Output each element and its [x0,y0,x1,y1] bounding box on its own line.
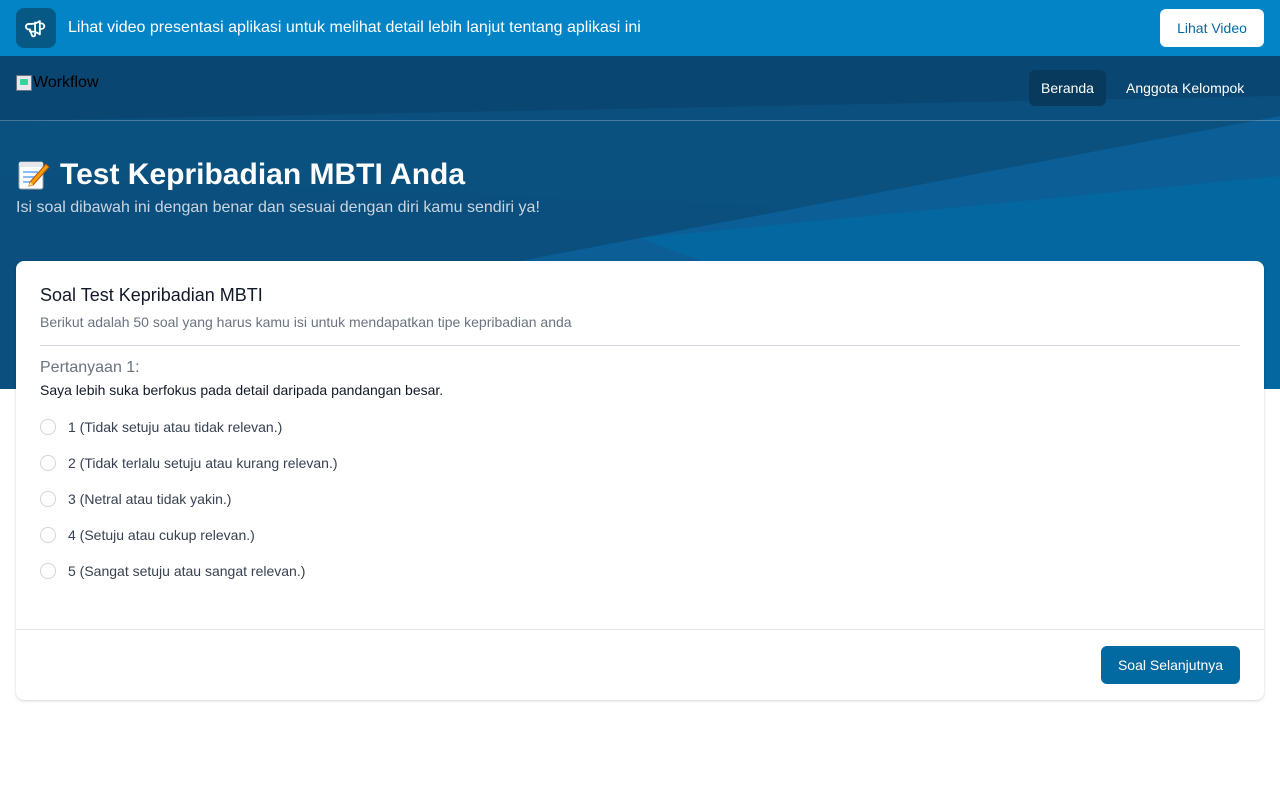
logo[interactable]: Workflow [16,74,99,92]
question-label: Pertanyaan 1: [40,359,140,376]
answer-option-label: 5 (Sangat setuju atau sangat relevan.) [68,563,306,579]
memo-icon [16,158,50,192]
answer-option-label: 1 (Tidak setuju atau tidak relevan.) [68,419,283,435]
answer-option-5[interactable]: 5 (Sangat setuju atau sangat relevan.) [40,561,305,581]
announcement-banner: Lihat video presentasi aplikasi untuk me… [0,0,1280,56]
answer-option-3[interactable]: 3 (Netral atau tidak yakin.) [40,489,231,509]
megaphone-icon [16,8,56,48]
nav-item-beranda[interactable]: Beranda [1029,70,1106,106]
card-title: Soal Test Kepribadian MBTI [40,285,263,305]
divider [40,345,1240,346]
answer-option-label: 4 (Setuju atau cukup relevan.) [68,527,255,543]
page-subtitle: Isi soal dibawah ini dengan benar dan se… [16,199,540,216]
card-description: Berikut adalah 50 soal yang harus kamu i… [40,314,572,330]
answer-option-label: 2 (Tidak terlalu setuju atau kurang rele… [68,455,338,471]
logo-alt-text: Workflow [33,74,99,91]
banner-text: Lihat video presentasi aplikasi untuk me… [68,19,641,36]
question-text: Saya lebih suka berfokus pada detail dar… [40,382,444,398]
watch-video-button[interactable]: Lihat Video [1160,9,1264,47]
radio-button[interactable] [40,527,56,543]
page-title: Test Kepribadian MBTI Anda [16,158,465,192]
broken-image-icon [16,75,32,91]
answer-option-1[interactable]: 1 (Tidak setuju atau tidak relevan.) [40,417,282,437]
radio-button[interactable] [40,491,56,507]
page-title-text: Test Kepribadian MBTI Anda [60,158,466,191]
answer-option-4[interactable]: 4 (Setuju atau cukup relevan.) [40,525,255,545]
question-card: Soal Test Kepribadian MBTI Berikut adala… [16,261,1264,700]
radio-button[interactable] [40,563,56,579]
answer-option-label: 3 (Netral atau tidak yakin.) [68,491,232,507]
radio-button[interactable] [40,455,56,471]
next-question-button[interactable]: Soal Selanjutnya [1101,646,1240,684]
radio-button[interactable] [40,419,56,435]
top-navbar: Workflow Beranda Anggota Kelompok [0,56,1280,121]
answer-option-2[interactable]: 2 (Tidak terlalu setuju atau kurang rele… [40,453,338,473]
nav-item-anggota-kelompok[interactable]: Anggota Kelompok [1114,70,1256,106]
card-footer: Soal Selanjutnya [16,629,1264,700]
